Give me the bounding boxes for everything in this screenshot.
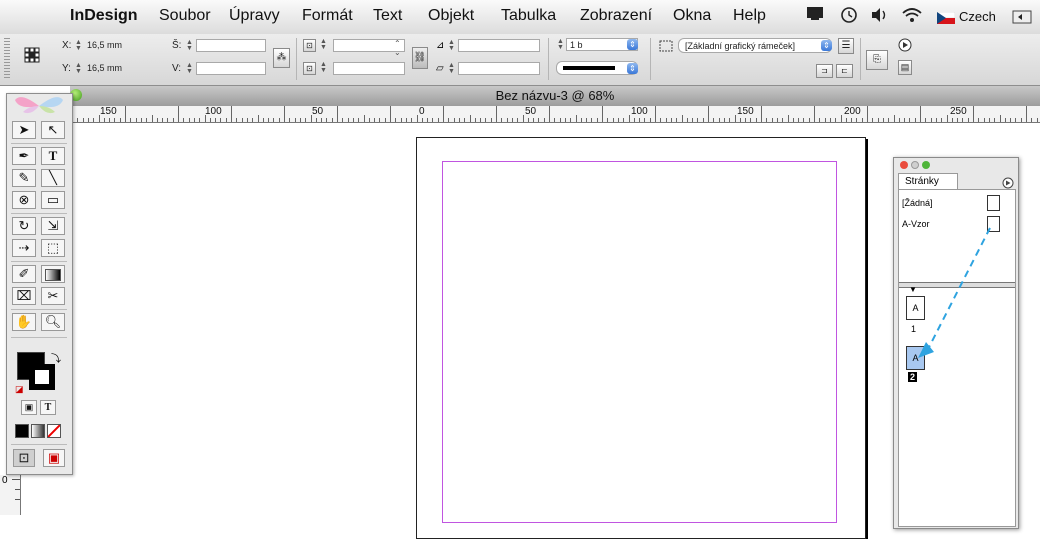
annotation-arrow (918, 227, 991, 358)
